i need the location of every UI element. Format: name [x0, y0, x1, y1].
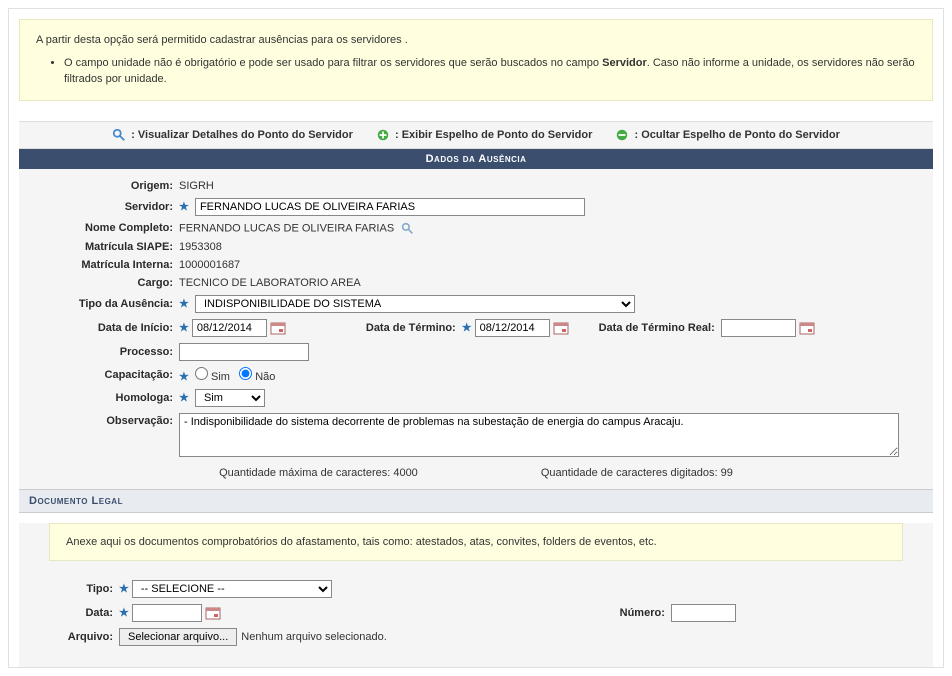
radio-capacitacao-sim[interactable] [195, 367, 208, 380]
legend-show: : Exibir Espelho de Ponto do Servidor [376, 128, 592, 142]
label-processo: Processo: [29, 346, 179, 358]
input-data-termino-real[interactable] [721, 319, 796, 337]
required-star: ★ [179, 298, 189, 310]
char-count-row: Quantidade máxima de caracteres: 4000 Qu… [29, 463, 923, 481]
label-matricula-interna: Matrícula Interna: [29, 259, 179, 271]
calendar-icon[interactable] [205, 606, 221, 620]
file-select-button[interactable]: Selecionar arquivo... [119, 628, 237, 646]
input-processo[interactable] [179, 343, 309, 361]
section-header-documento: Documento Legal [19, 489, 933, 513]
form-ausencia: Origem: SIGRH Servidor: ★ Nome Completo:… [19, 169, 933, 489]
radio-capacitacao-nao[interactable] [239, 367, 252, 380]
required-star: ★ [462, 321, 472, 334]
legend-detail: : Visualizar Detalhes do Ponto do Servid… [112, 128, 353, 142]
label-nao: Não [255, 371, 275, 383]
max-chars: Quantidade máxima de caracteres: 4000 [219, 467, 418, 479]
label-homologa: Homologa: [29, 392, 179, 404]
label-tipo-doc: Tipo: [49, 583, 119, 595]
magnifier-icon [112, 128, 126, 142]
info-intro: A partir desta opção será permitido cada… [36, 32, 916, 49]
select-tipo-doc[interactable]: -- SELECIONE -- [132, 580, 332, 598]
input-data-inicio[interactable] [192, 319, 267, 337]
label-capacitacao: Capacitação: [29, 369, 179, 381]
required-star: ★ [119, 606, 129, 619]
minus-icon [615, 128, 629, 142]
typed-chars: Quantidade de caracteres digitados: 99 [541, 467, 733, 479]
info-box: A partir desta opção será permitido cada… [19, 19, 933, 101]
input-numero[interactable] [671, 604, 736, 622]
value-nome-completo: FERNANDO LUCAS DE OLIVEIRA FARIAS [179, 222, 394, 234]
doc-info-box: Anexe aqui os documentos comprobatórios … [49, 523, 903, 561]
input-servidor[interactable] [195, 198, 585, 216]
label-nome-completo: Nome Completo: [29, 222, 179, 234]
label-arquivo: Arquivo: [49, 631, 119, 643]
required-star: ★ [179, 392, 189, 404]
calendar-icon[interactable] [799, 321, 815, 335]
legend-hide: : Ocultar Espelho de Ponto do Servidor [615, 128, 839, 142]
label-data-doc: Data: [49, 607, 119, 619]
section-header-ausencia: Dados da Ausência [19, 149, 933, 169]
label-observacao: Observação: [29, 413, 179, 427]
select-homologa[interactable]: Sim [195, 389, 265, 407]
file-none-text: Nenhum arquivo selecionado. [241, 631, 387, 643]
label-numero: Número: [601, 607, 671, 619]
input-data-doc[interactable] [132, 604, 202, 622]
input-data-termino[interactable] [475, 319, 550, 337]
value-matricula-siape: 1953308 [179, 241, 923, 253]
label-data-inicio: Data de Início: [29, 322, 179, 334]
plus-icon [376, 128, 390, 142]
magnifier-icon[interactable] [401, 222, 414, 235]
main-container: A partir desta opção será permitido cada… [8, 8, 944, 668]
required-star: ★ [119, 582, 129, 595]
required-star: ★ [179, 371, 189, 383]
legend-bar: : Visualizar Detalhes do Ponto do Servid… [19, 121, 933, 149]
textarea-observacao[interactable]: - Indisponibilidade do sistema decorrent… [179, 413, 899, 457]
label-data-termino-real: Data de Término Real: [569, 322, 721, 334]
form-documento: Anexe aqui os documentos comprobatórios … [19, 523, 933, 667]
label-data-termino: Data de Término: [286, 322, 462, 334]
value-matricula-interna: 1000001687 [179, 259, 923, 271]
label-matricula-siape: Matrícula SIAPE: [29, 241, 179, 253]
label-origem: Origem: [29, 180, 179, 192]
value-origem: SIGRH [179, 180, 923, 192]
value-cargo: TECNICO DE LABORATORIO AREA [179, 277, 923, 289]
required-star: ★ [179, 201, 189, 213]
label-servidor: Servidor: [29, 201, 179, 213]
select-tipo-ausencia[interactable]: INDISPONIBILIDADE DO SISTEMA [195, 295, 635, 313]
label-tipo-ausencia: Tipo da Ausência: [29, 298, 179, 310]
label-cargo: Cargo: [29, 277, 179, 289]
required-star: ★ [179, 321, 189, 334]
info-bullet: O campo unidade não é obrigatório e pode… [64, 55, 916, 88]
label-sim: Sim [211, 371, 230, 383]
calendar-icon[interactable] [553, 321, 569, 335]
calendar-icon[interactable] [270, 321, 286, 335]
